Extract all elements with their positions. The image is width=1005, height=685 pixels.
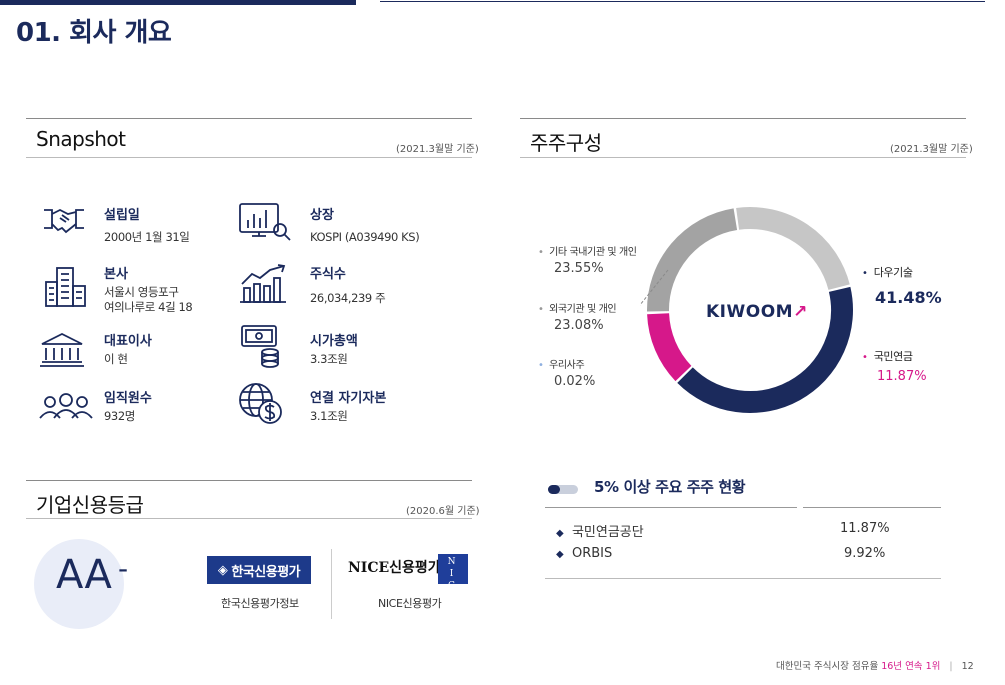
shares-label: 주식수 (310, 267, 346, 282)
hq-label: 본사 (104, 267, 128, 282)
listing-value: KOSPI (A039490 KS) (310, 230, 420, 244)
table-header-line-left (545, 507, 797, 508)
agency1-name: 한국신용평가정보 (221, 597, 299, 610)
footer-highlight: 16년 연속 1위 (881, 661, 941, 672)
equity-value: 3.1조원 (310, 409, 348, 423)
table-row-2-name: ◆ ORBIS (556, 546, 612, 561)
market-cap-label: 시가총액 (310, 334, 358, 349)
rating-suffix: - (118, 552, 129, 585)
row2-bullet-icon: ◆ (556, 549, 564, 560)
etc-bullet-icon: • (538, 247, 544, 258)
agency-divider (331, 549, 332, 619)
equity-label: 연결 자기자본 (310, 391, 387, 406)
agency2-name: NICE신용평가 (378, 597, 442, 610)
ceo-value: 이 현 (104, 352, 128, 366)
handshake-icon (44, 208, 84, 234)
nps-bullet-icon: • (862, 352, 868, 363)
footer-separator: | (949, 661, 953, 672)
snapshot-note: (2021.3월말 기준) (396, 144, 479, 155)
nps-label: • 국민연금 (862, 348, 913, 364)
row1-name-text: 국민연금공단 (571, 525, 644, 540)
shareholders-note: (2021.3월말 기준) (890, 144, 973, 155)
kiwoom-logo-text: KIWOOM (706, 302, 794, 322)
toggle-knob (548, 485, 560, 494)
table-row-2-pct: 9.92% (844, 546, 886, 561)
nps-label-text: 국민연금 (873, 350, 913, 363)
listing-label: 상장 (310, 208, 334, 223)
credit-top-line (26, 480, 472, 481)
table-row-1-pct: 11.87% (840, 521, 890, 536)
hq-address-line1: 서울시 영등포구 (104, 285, 179, 299)
rating-grade: AA (56, 552, 112, 598)
stock-chart-icon (239, 203, 291, 241)
shareholders-title: 주주구성 (530, 131, 602, 155)
donut-slice (647, 208, 738, 312)
major-shareholders-title: 5% 이상 주요 주주 현황 (594, 478, 746, 496)
bank-icon (40, 332, 84, 367)
hq-address-line2: 여의나루로 4길 18 (104, 300, 193, 314)
foreign-label-text: 외국기관 및 개인 (549, 304, 617, 315)
daou-bullet-icon: • (862, 268, 868, 279)
snapshot-title: Snapshot (36, 127, 126, 151)
growth-chart-icon (240, 264, 286, 303)
shareholders-bottom-line (520, 157, 966, 158)
etc-label: • 기타 국내기관 및 개인 (538, 243, 637, 258)
top-accent-bar (0, 0, 356, 5)
etc-pct: 23.55% (554, 261, 604, 276)
market-cap-value: 3.3조원 (310, 352, 348, 366)
daou-pct: 41.48% (875, 288, 942, 307)
kis-logo-text: 한국신용평가 (231, 564, 301, 580)
credit-note: (2020.6월 기준) (406, 506, 480, 517)
shares-value: 26,034,239 주 (310, 291, 386, 305)
snapshot-top-line (26, 118, 472, 119)
treasury-bullet-icon: • (538, 360, 544, 371)
treasury-label-text: 우리사주 (549, 360, 585, 371)
footer: 대한민국 주식시장 점유율 16년 연속 1위 | 12 (776, 658, 974, 672)
shareholders-top-line (520, 118, 966, 119)
kiwoom-logo: KIWOOM↗ (706, 302, 808, 322)
toggle-decoration (548, 485, 578, 494)
page-title: 01. 회사 개요 (16, 18, 172, 48)
kis-diamond-icon: ◈ (217, 562, 232, 578)
kiwoom-arrow-icon: ↗ (793, 302, 808, 322)
nps-pct: 11.87% (877, 369, 927, 384)
top-divider (380, 1, 985, 2)
nice-logo-text: NICE신용평가 (348, 560, 441, 576)
employees-label: 임직원수 (104, 391, 152, 406)
globe-dollar-icon (239, 383, 282, 424)
row1-bullet-icon: ◆ (556, 528, 564, 539)
treasury-pct: 0.02% (554, 374, 596, 389)
donut-slice (647, 312, 692, 382)
nice-box-logo: N I C E (438, 554, 468, 603)
nice-box-text: N I C E (447, 557, 459, 603)
snapshot-bottom-line (26, 157, 472, 158)
table-row-1-name: ◆ 국민연금공단 (556, 521, 644, 540)
building-icon (45, 267, 86, 307)
employees-value: 932명 (104, 409, 135, 423)
treasury-label: • 우리사주 (538, 356, 585, 371)
table-bottom-line (545, 578, 941, 579)
money-icon (241, 325, 279, 368)
etc-label-text: 기타 국내기관 및 개인 (549, 247, 637, 258)
people-icon (39, 393, 93, 419)
daou-label: • 다우기술 (862, 264, 913, 280)
kis-logo: ◈ 한국신용평가 (207, 556, 311, 584)
credit-title: 기업신용등급 (36, 493, 144, 517)
foreign-label: • 외국기관 및 개인 (538, 300, 617, 315)
footer-text: 대한민국 주식시장 점유율 (776, 661, 879, 672)
daou-label-text: 다우기술 (873, 266, 913, 279)
ceo-label: 대표이사 (104, 334, 152, 349)
foreign-pct: 23.08% (554, 318, 604, 333)
page-number: 12 (961, 661, 974, 672)
foreign-bullet-icon: • (538, 304, 544, 315)
founded-label: 설립일 (104, 208, 140, 223)
row2-name-text: ORBIS (571, 546, 613, 561)
donut-slice (736, 207, 850, 291)
founded-value: 2000년 1월 31일 (104, 230, 190, 244)
table-header-line-right (803, 507, 941, 508)
credit-bottom-line (26, 518, 472, 519)
